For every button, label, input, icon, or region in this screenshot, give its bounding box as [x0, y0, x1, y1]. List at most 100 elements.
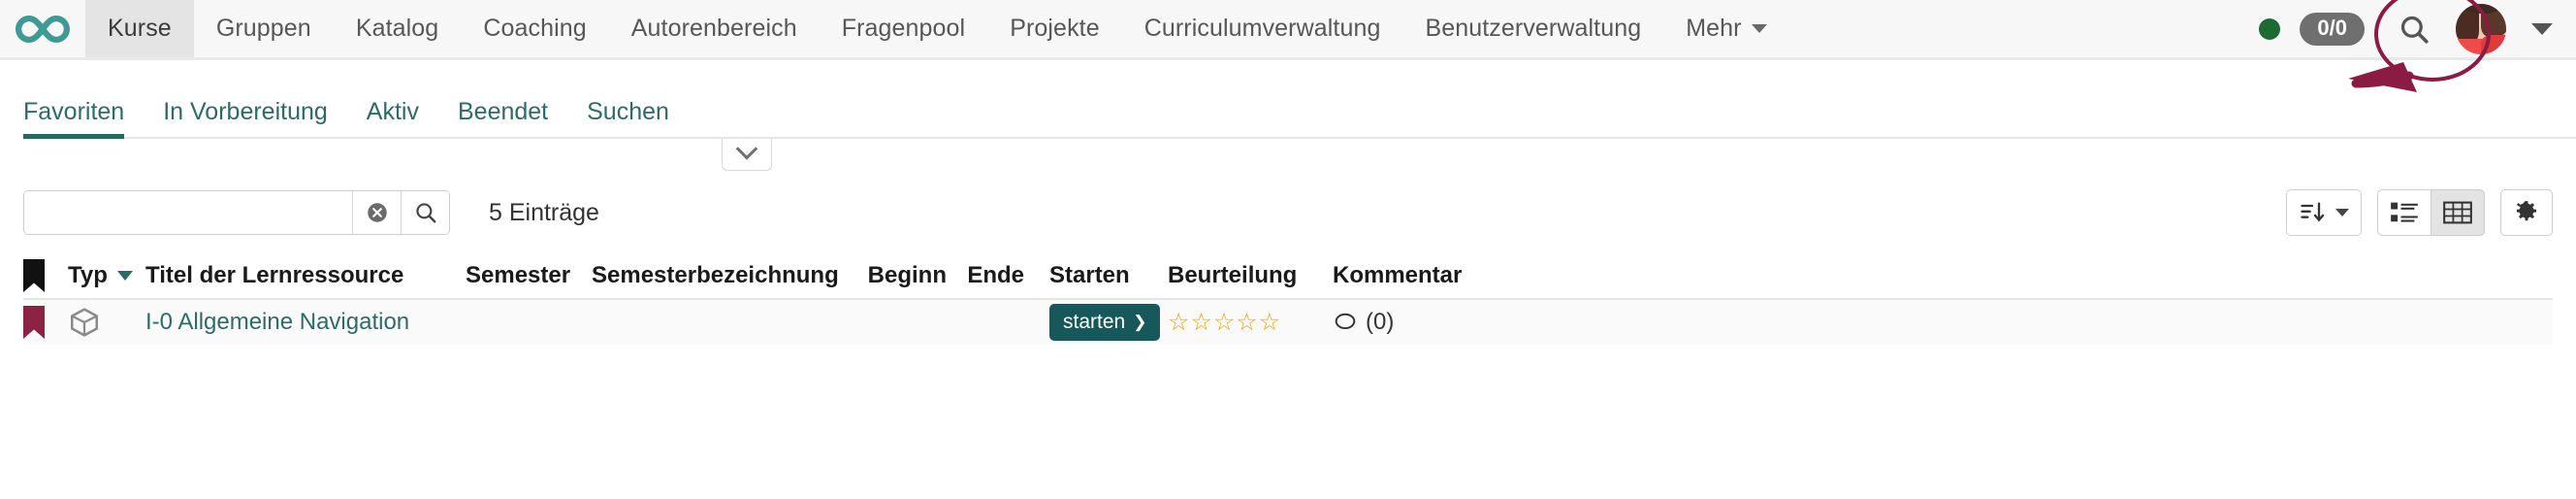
sort-button[interactable]	[2286, 189, 2362, 236]
nav-item-label: Katalog	[355, 15, 439, 42]
nav-item-label: Projekte	[1010, 15, 1100, 42]
nav-item-label: Gruppen	[215, 15, 311, 42]
sort-descending-icon	[116, 271, 133, 281]
column-header-kommentar[interactable]: Kommentar	[1333, 262, 1527, 289]
toolbar-right-group	[2286, 189, 2553, 236]
chevron-down-icon[interactable]	[2531, 22, 2553, 35]
column-header-semesterbezeichnung[interactable]: Semesterbezeichnung	[592, 262, 853, 289]
search-input[interactable]	[24, 191, 352, 234]
nav-item-label: Fragenpool	[841, 15, 966, 42]
row-comments[interactable]: (0)	[1333, 309, 1527, 336]
row-type	[68, 306, 145, 339]
list-view-icon	[2391, 202, 2418, 222]
content-tabs: Favoriten In Vorbereitung Aktiv Beendet …	[0, 88, 2576, 139]
nav-item-autorenbereich[interactable]: Autorenbereich	[609, 0, 820, 57]
course-cube-icon	[70, 308, 99, 337]
row-comments-count: (0)	[1366, 309, 1395, 335]
brand-logo[interactable]	[0, 0, 85, 57]
column-header-semester[interactable]: Semester	[466, 262, 592, 289]
search-icon	[415, 203, 435, 223]
column-header-label: Semesterbezeichnung	[592, 262, 839, 288]
tab-label: Favoriten	[23, 98, 125, 125]
column-header-label: Beginn	[867, 262, 947, 288]
row-rating[interactable]: ☆☆☆☆☆	[1168, 308, 1333, 337]
nav-item-katalog[interactable]: Katalog	[334, 0, 462, 57]
nav-item-fragenpool[interactable]: Fragenpool	[820, 0, 987, 57]
nav-item-curriculumverwaltung[interactable]: Curriculumverwaltung	[1122, 0, 1403, 57]
annotation-arrow-tail	[2351, 71, 2414, 88]
nav-item-label: Coaching	[483, 15, 587, 42]
tab-label: In Vorbereitung	[163, 98, 328, 125]
chevron-down-icon	[2335, 209, 2349, 216]
column-header-label: Semester	[466, 262, 571, 288]
nav-item-projekte[interactable]: Projekte	[987, 0, 1122, 57]
bookmark-icon	[23, 259, 45, 292]
online-status-indicator	[2259, 17, 2281, 40]
table-settings-button[interactable]	[2500, 189, 2553, 236]
search-group	[23, 190, 450, 235]
user-menu[interactable]	[2456, 3, 2553, 54]
column-header-typ[interactable]: Typ	[68, 262, 145, 289]
table-view-button[interactable]	[2431, 189, 2485, 236]
chevron-down-icon	[1751, 24, 1767, 33]
column-header-label: Ende	[967, 262, 1024, 288]
view-mode-group	[2377, 189, 2485, 236]
assessment-counter-badge[interactable]: 0/0	[2300, 12, 2365, 46]
nav-item-label: Curriculumverwaltung	[1143, 15, 1381, 42]
tab-label: Beendet	[457, 98, 549, 125]
column-header-beginn[interactable]: Beginn	[853, 262, 947, 289]
nav-item-label: Kurse	[108, 15, 172, 42]
nav-item-label: Mehr	[1686, 15, 1742, 42]
tab-label: Suchen	[587, 98, 669, 125]
collapse-toggle-button[interactable]	[722, 138, 772, 171]
column-header-label: Beurteilung	[1168, 262, 1298, 288]
nav-item-gruppen[interactable]: Gruppen	[194, 0, 334, 57]
entries-count-label: 5 Einträge	[489, 198, 599, 226]
tab-beendet[interactable]: Beendet	[438, 98, 567, 139]
rating-stars-icon: ☆☆☆☆☆	[1168, 309, 1282, 336]
nav-item-label: Benutzerverwaltung	[1425, 15, 1642, 42]
table-row[interactable]: I-0 Allgemeine Navigation starten ❯ ☆☆☆☆…	[23, 300, 2553, 345]
bookmark-icon	[23, 306, 45, 339]
column-header-ende[interactable]: Ende	[947, 262, 1024, 289]
collapse-row	[0, 138, 2576, 174]
tab-aktiv[interactable]: Aktiv	[347, 98, 438, 139]
column-header-titel[interactable]: Titel der Lernressource	[145, 262, 466, 289]
nav-item-label: Autorenbereich	[630, 15, 797, 42]
tab-suchen[interactable]: Suchen	[567, 98, 689, 139]
chevron-right-icon: ❯	[1133, 313, 1147, 331]
list-view-button[interactable]	[2377, 189, 2431, 236]
chevron-down-icon	[735, 138, 758, 160]
global-search-button[interactable]	[2398, 13, 2431, 46]
comment-bubble-icon	[1335, 313, 1356, 330]
nav-item-coaching[interactable]: Coaching	[461, 0, 608, 57]
avatar[interactable]	[2456, 3, 2506, 54]
top-navigation-bar: Kurse Gruppen Katalog Coaching Autorenbe…	[0, 0, 2576, 60]
sort-descending-icon	[2301, 202, 2325, 222]
start-course-label: starten	[1063, 311, 1126, 333]
nav-right-group: 0/0	[2259, 0, 2576, 57]
row-start-cell: starten ❯	[1024, 304, 1168, 341]
clear-circle-icon	[367, 203, 387, 222]
search-icon	[2400, 16, 2429, 44]
nav-item-benutzerverwaltung[interactable]: Benutzerverwaltung	[1402, 0, 1663, 57]
column-header-bookmark[interactable]	[23, 259, 68, 292]
table-view-icon	[2443, 201, 2472, 224]
tab-in-vorbereitung[interactable]: In Vorbereitung	[144, 98, 347, 139]
submit-search-button[interactable]	[401, 191, 449, 234]
nav-item-mehr[interactable]: Mehr	[1663, 0, 1788, 57]
column-header-label: Typ	[68, 262, 108, 288]
tab-favoriten[interactable]: Favoriten	[23, 98, 144, 139]
nav-item-kurse[interactable]: Kurse	[85, 0, 194, 57]
column-header-starten[interactable]: Starten	[1024, 262, 1168, 289]
infinity-logo-icon	[16, 15, 70, 43]
row-title-link[interactable]: I-0 Allgemeine Navigation	[145, 309, 466, 336]
start-course-button[interactable]: starten ❯	[1049, 304, 1161, 341]
tab-label: Aktiv	[366, 98, 419, 125]
column-header-label: Kommentar	[1333, 262, 1463, 288]
gear-icon	[2516, 201, 2537, 221]
annotation-overlay	[2348, 0, 2491, 92]
row-bookmark-toggle[interactable]	[23, 306, 68, 339]
column-header-beurteilung[interactable]: Beurteilung	[1168, 262, 1333, 289]
clear-search-button[interactable]	[352, 191, 401, 234]
